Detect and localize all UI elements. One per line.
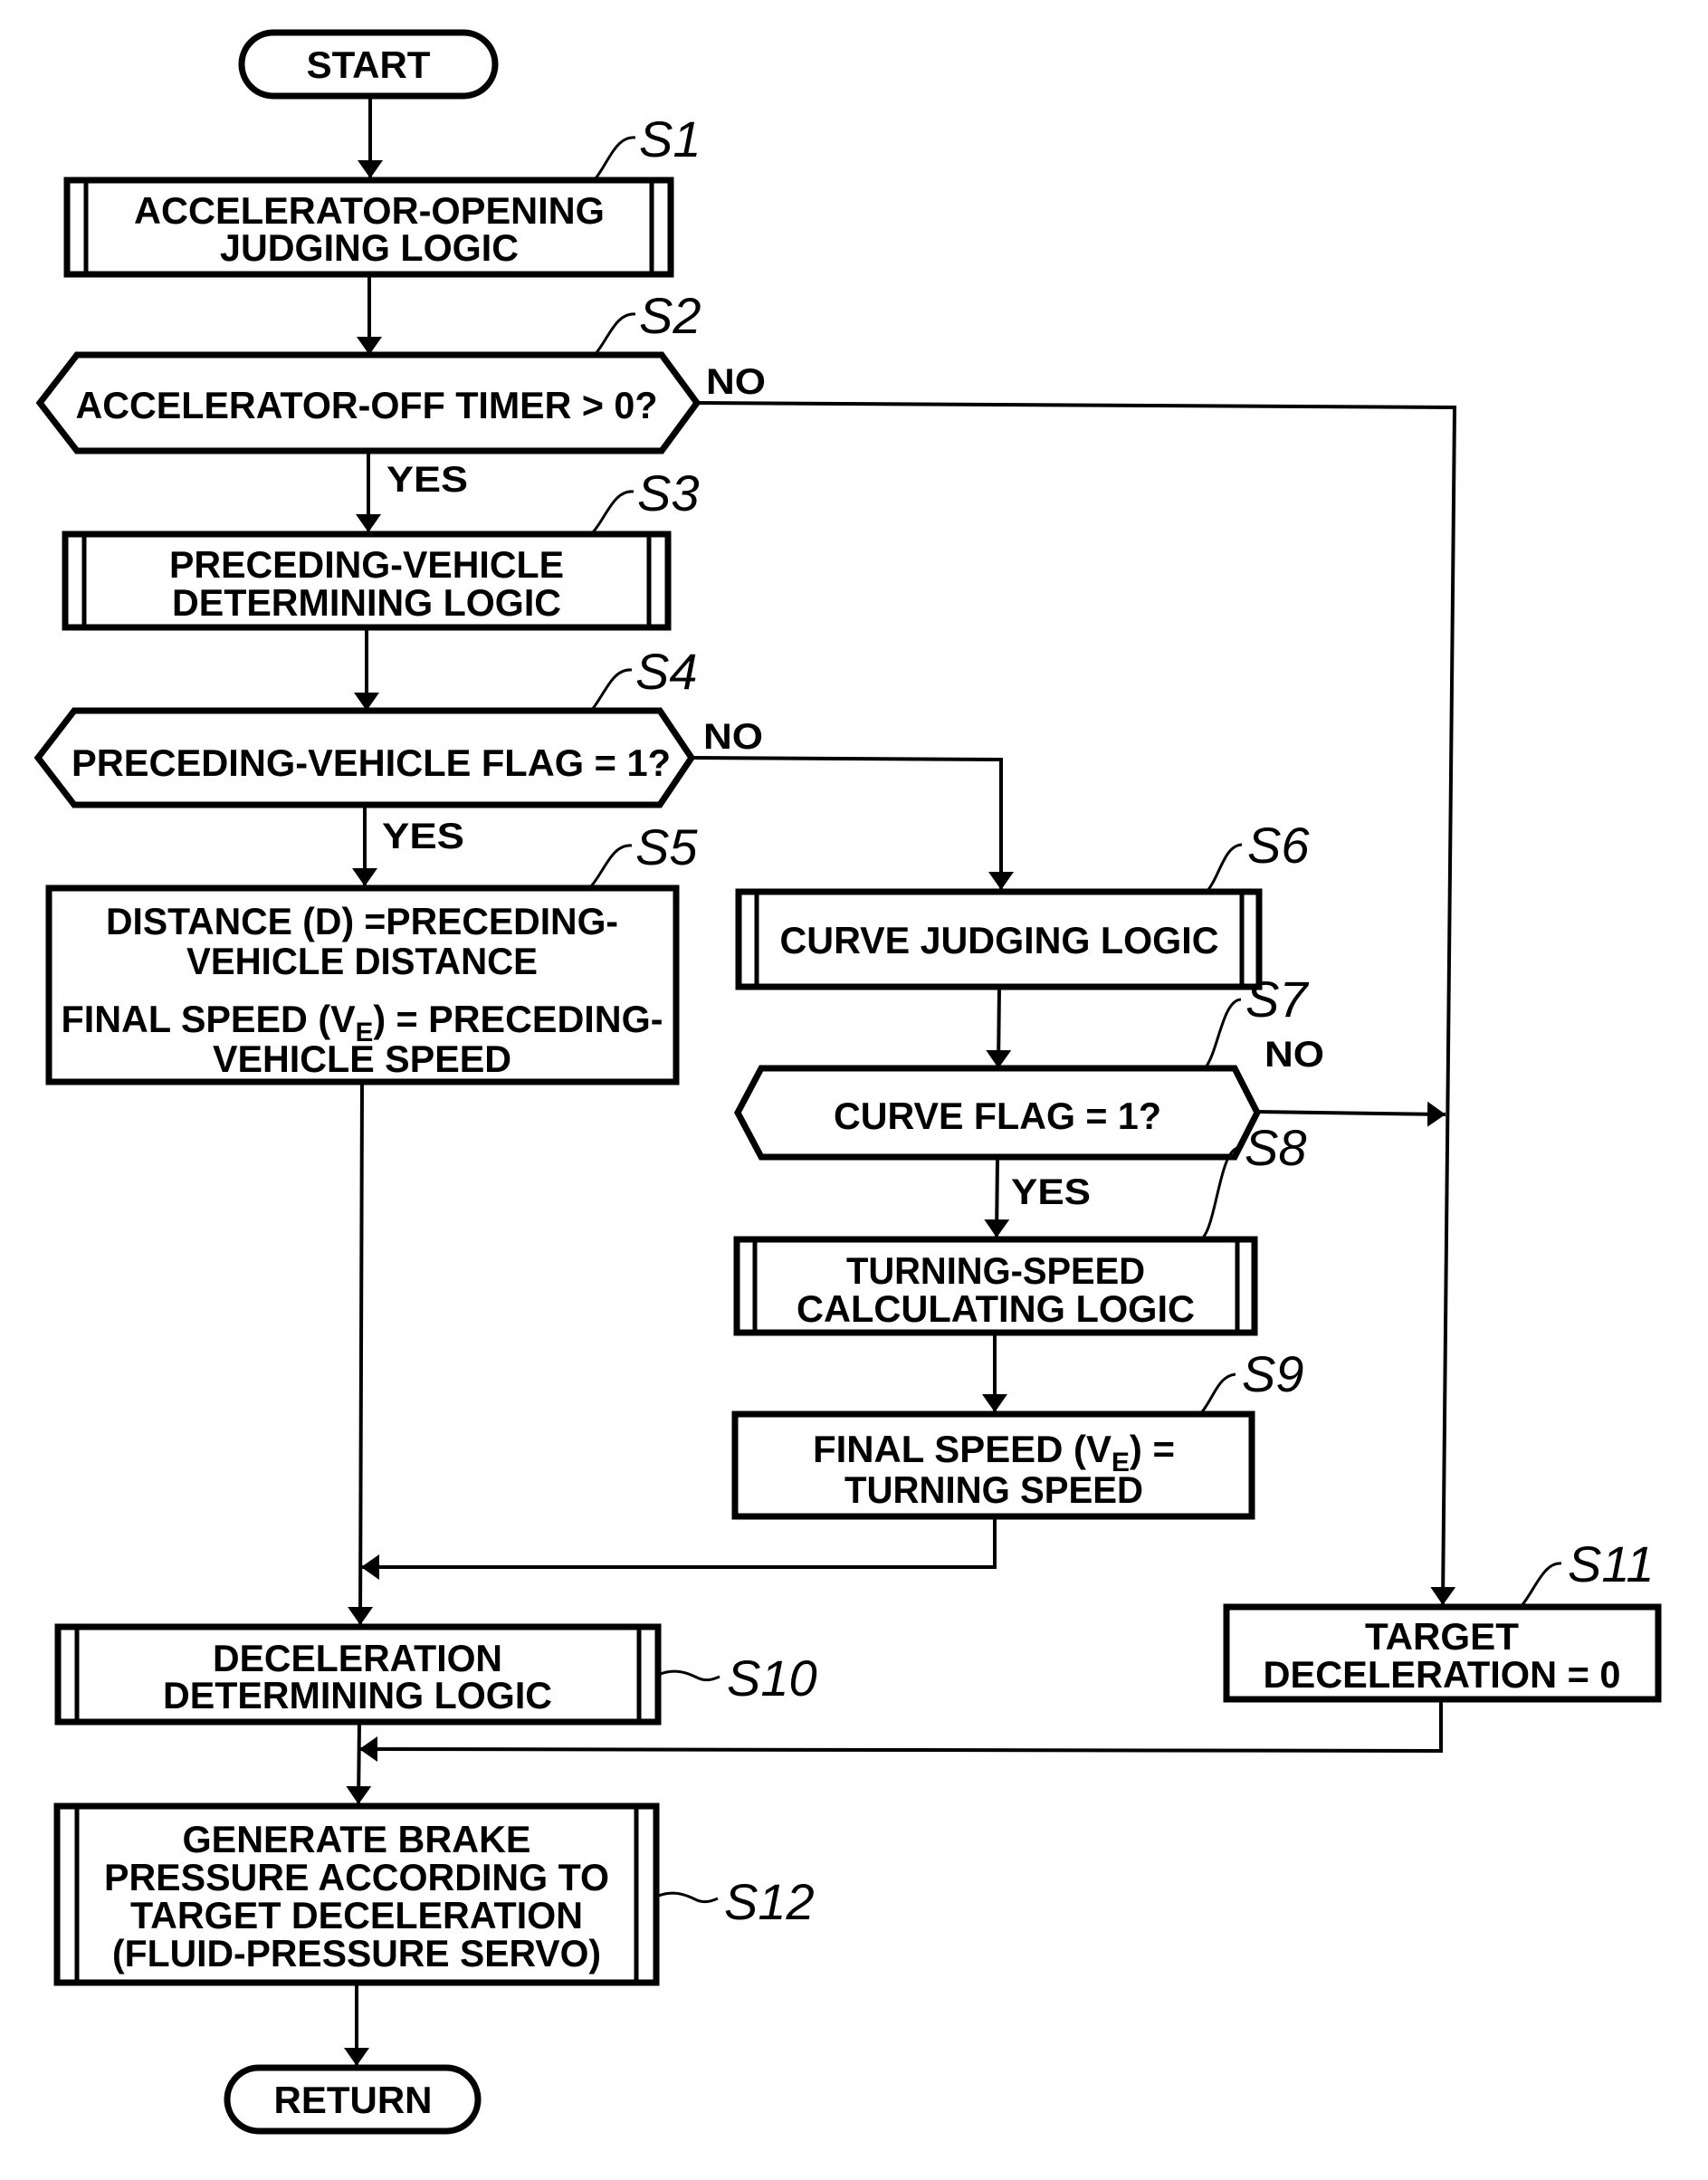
s9-step-label: S9 [1242,1345,1304,1402]
s12-text-line-3: TARGET DECELERATION [130,1894,583,1936]
s4-step-label: S4 [635,643,698,700]
step-s3-process: PRECEDING-VEHICLE DETERMINING LOGIC [62,531,672,631]
s7-leader [1203,998,1242,1069]
s7-step-label: S7 [1245,970,1309,1028]
s12-leader [655,1891,719,1904]
start-label: START [307,43,431,86]
s11-text-line-2: DECELERATION = 0 [1264,1653,1621,1696]
step-s7-decision: CURVE FLAG = 1? NO YES [734,1035,1324,1212]
arrow-s10-to-s12 [346,1721,372,1805]
return-terminal: RETURN [224,2064,482,2135]
s9-line1-pre: FINAL SPEED (V [813,1428,1112,1470]
s6-text: CURVE JUDGING LOGIC [780,919,1219,961]
s5-line3-post: ) = PRECEDING- [373,998,663,1040]
brake-control-flowchart: START ACCELERATOR-OPENING JUDGING LOGIC … [33,29,1662,2135]
step-s5-process: DISTANCE (D) =PRECEDING- VEHICLE DISTANC… [45,884,680,1085]
s10-leader [657,1669,720,1682]
s3-step-label: S3 [637,464,700,521]
line-s5-down [348,1081,374,1626]
line-s4-no-to-s6 [691,756,1014,890]
s10-step-label: S10 [727,1649,817,1707]
s9-line1-post: ) = [1130,1428,1175,1470]
s1-text-line-1: ACCELERATOR-OPENING [134,189,605,232]
s5-text-line-1: DISTANCE (D) =PRECEDING- [106,900,618,942]
s3-leader [591,490,635,533]
start-terminal: START [238,29,499,100]
s12-text-line-4: (FLUID-PRESSURE SERVO) [112,1932,601,1974]
s6-leader [1205,843,1243,893]
s7-yes-label: YES [1011,1172,1091,1212]
s8-step-label: S8 [1245,1119,1307,1176]
s7-text: CURVE FLAG = 1? [834,1095,1161,1137]
step-s10-process: DECELERATION DETERMINING LOGIC [54,1623,662,1726]
s4-leader [589,668,633,712]
s10-text-line-1: DECELERATION [213,1637,502,1679]
s1-leader [594,136,636,179]
s5-text-line-4: VEHICLE SPEED [213,1037,511,1080]
s12-step-label: S12 [724,1873,815,1930]
s8-leader [1201,1146,1239,1238]
s10-text-line-2: DETERMINING LOGIC [163,1674,552,1716]
s5-line3-pre: FINAL SPEED (V [62,998,356,1040]
s5-step-label: S5 [635,818,698,875]
s1-text-line-2: JUDGING LOGIC [220,226,519,269]
s2-yes-label: YES [386,460,468,500]
s11-text-line-1: TARGET [1365,1615,1519,1658]
s2-no-label: NO [706,362,766,402]
arrow-s6-to-s7 [986,986,1012,1069]
s6-step-label: S6 [1247,817,1310,874]
step-s8-process: TURNING-SPEED CALCULATING LOGIC [733,1236,1258,1336]
s2-text: ACCELERATOR-OFF TIMER > 0? [76,384,658,426]
s4-no-label: NO [703,717,763,757]
s8-text-line-1: TURNING-SPEED [846,1249,1145,1292]
s4-yes-label: YES [382,817,464,856]
step-s9-process: FINAL SPEED (VE) = TURNING SPEED [731,1410,1255,1520]
step-s12-process: GENERATE BRAKE PRESSURE ACCORDING TO TAR… [53,1802,660,1986]
s4-text: PRECEDING-VEHICLE FLAG = 1? [72,741,671,784]
s8-text-line-2: CALCULATING LOGIC [797,1287,1195,1330]
s12-text-line-2: PRESSURE ACCORDING TO [104,1856,609,1898]
s12-text-line-1: GENERATE BRAKE [183,1818,531,1860]
s3-text-line-2: DETERMINING LOGIC [172,581,561,624]
s2-step-label: S2 [639,287,701,344]
s5-text-line-2: VEHICLE DISTANCE [186,940,538,982]
s5-leader [589,844,633,887]
s2-leader [593,312,636,356]
return-label: RETURN [274,2079,433,2121]
s9-leader [1198,1372,1236,1415]
step-s1-process: ACCELERATOR-OPENING JUDGING LOGIC [63,177,674,278]
s1-step-label: S1 [639,110,701,167]
step-s11-process: TARGET DECELERATION = 0 [1223,1603,1662,1703]
arrow-s7-no-to-right [1256,1101,1446,1127]
s11-leader [1519,1562,1562,1608]
line-s9-merge [361,1516,997,1580]
s7-no-label: NO [1264,1035,1324,1075]
s9-text-line-2: TURNING SPEED [844,1468,1143,1511]
step-s6-process: CURVE JUDGING LOGIC [735,888,1263,990]
s3-text-line-1: PRECEDING-VEHICLE [169,543,564,586]
s11-step-label: S11 [1568,1535,1654,1592]
